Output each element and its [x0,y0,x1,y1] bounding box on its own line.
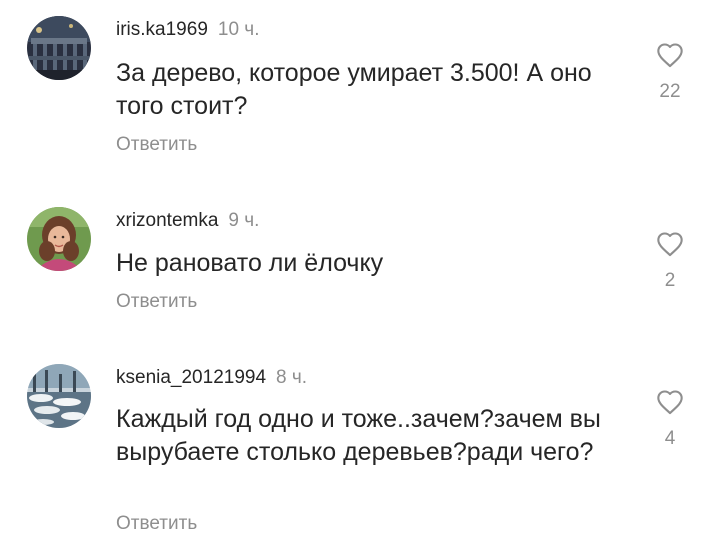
reply-button[interactable]: Ответить [116,513,197,535]
avatar[interactable] [27,364,91,428]
like-button[interactable]: 2 [645,231,695,292]
username[interactable]: ksenia_20121994 [116,367,266,388]
username[interactable]: iris.ka1969 [116,19,208,40]
comment-header: iris.ka1969 10 ч. [116,19,259,41]
avatar-image [27,207,91,271]
heart-outline-icon [657,390,683,415]
timestamp: 8 ч. [276,367,308,388]
avatar-image [27,16,91,80]
heart-outline-icon [657,43,683,68]
heart-outline-icon [657,232,683,257]
avatar[interactable] [27,207,91,271]
like-count: 22 [659,81,681,102]
avatar-image [27,364,91,428]
timestamp: 10 ч. [217,19,260,40]
like-count: 4 [664,428,676,449]
comment-header: xrizontemka 9 ч. [116,210,259,232]
like-count: 2 [664,270,676,291]
reply-button[interactable]: Ответить [116,291,197,313]
timestamp: 9 ч. [228,210,260,231]
comment-text: Не рановато ли ёлочку [116,249,384,277]
comment-text: За дерево, которое умирает 3.500! А оно … [116,59,592,120]
comment-text: Каждый год одно и тоже..зачем?зачем вы в… [116,405,601,466]
like-button[interactable]: 4 [645,389,695,450]
like-button[interactable]: 22 [645,42,695,103]
comment-header: ksenia_20121994 8 ч. [116,367,307,389]
username[interactable]: xrizontemka [116,210,218,231]
avatar[interactable] [27,16,91,80]
reply-button[interactable]: Ответить [116,134,197,156]
